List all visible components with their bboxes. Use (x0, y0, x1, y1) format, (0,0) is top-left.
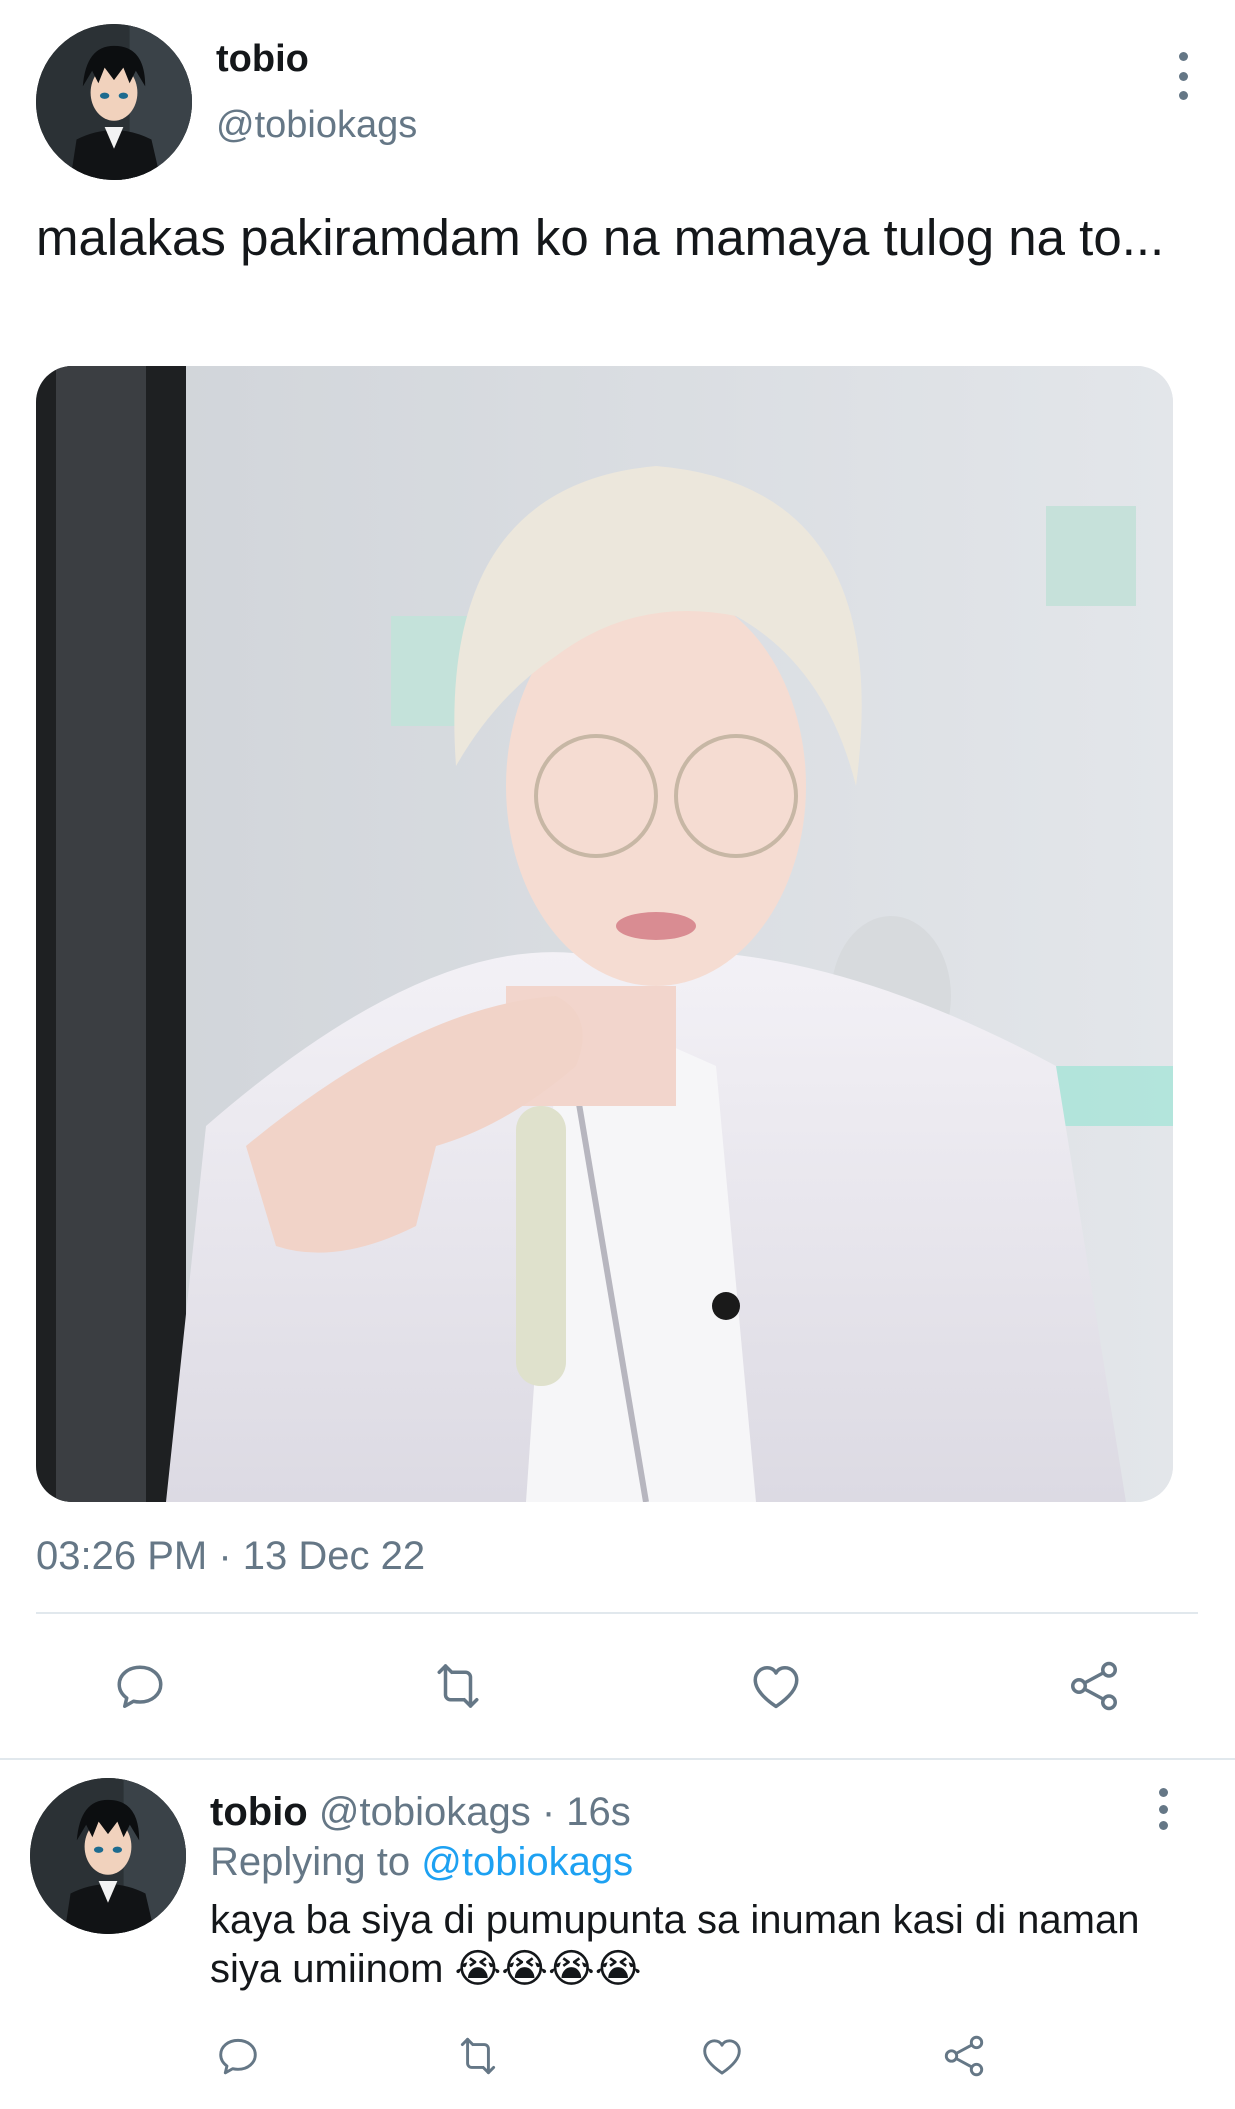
anime-avatar-image (36, 24, 192, 180)
replying-to-mention[interactable]: @tobiokags (421, 1840, 633, 1884)
main-tweet: tobio @tobiokags malakas pakiramdam ko n… (0, 0, 1235, 1758)
reply-icon[interactable] (104, 1650, 176, 1722)
replying-to-prefix: Replying to (210, 1840, 411, 1884)
author-handle[interactable]: @tobiokags (216, 104, 417, 147)
tweet-media-photo[interactable] (36, 366, 1173, 1502)
reply-author-name[interactable]: tobio (210, 1790, 308, 1834)
reply-tweet[interactable]: tobio @tobiokags · 16s Replying to @tobi… (0, 1760, 1235, 2109)
reply-separator: · (541, 1790, 556, 1834)
heart-icon[interactable] (694, 2028, 750, 2084)
reply-action-bar (0, 2028, 1235, 2084)
replying-to: Replying to @tobiokags (210, 1840, 633, 1885)
more-vertical-icon[interactable] (1151, 1788, 1175, 1830)
retweet-icon[interactable] (422, 1650, 494, 1722)
more-vertical-icon[interactable] (1171, 52, 1195, 100)
reply-author-avatar[interactable] (30, 1778, 186, 1934)
anime-avatar-image (30, 1778, 186, 1934)
share-icon[interactable] (936, 2028, 992, 2084)
photo-person-lab-coat (36, 366, 1173, 1502)
author-avatar[interactable] (36, 24, 192, 180)
divider (36, 1612, 1198, 1614)
retweet-icon[interactable] (450, 2028, 506, 2084)
reply-icon[interactable] (210, 2028, 266, 2084)
heart-icon[interactable] (740, 1650, 812, 1722)
tweet-timestamp[interactable]: 03:26 PM · 13 Dec 22 (36, 1534, 425, 1579)
reply-header: tobio @tobiokags · 16s (210, 1790, 631, 1835)
reply-text: kaya ba siya di pumupunta sa inuman kasi… (210, 1898, 1140, 1991)
reply-author-handle[interactable]: @tobiokags (319, 1790, 531, 1834)
tweet-action-bar (0, 1650, 1235, 1722)
share-icon[interactable] (1058, 1650, 1130, 1722)
reply-time[interactable]: 16s (566, 1790, 631, 1834)
author-display-name[interactable]: tobio (216, 38, 309, 81)
tweet-text: malakas pakiramdam ko na mamaya tulog na… (36, 209, 1165, 266)
